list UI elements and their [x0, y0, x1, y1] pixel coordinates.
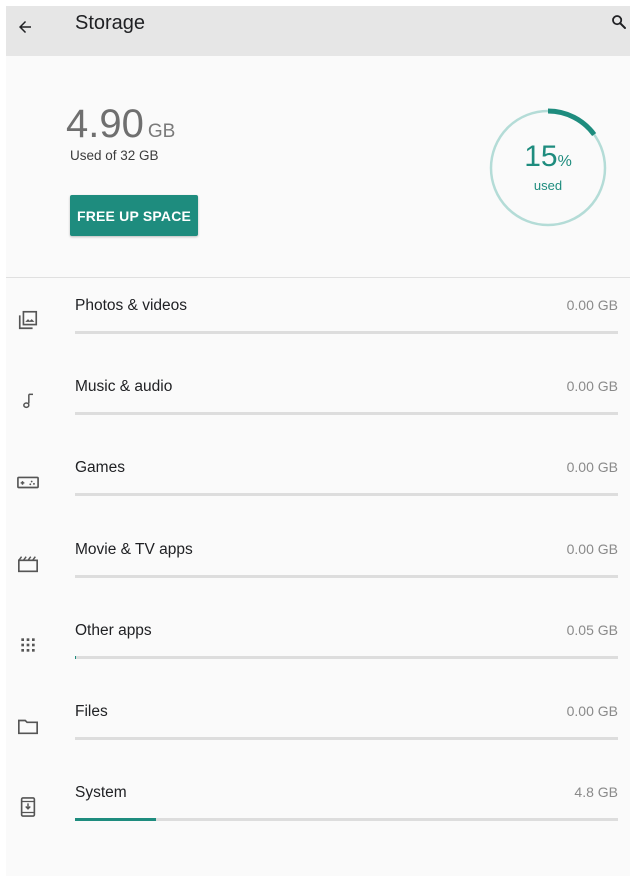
storage-category-row[interactable]: Files 0.00 GB	[6, 684, 630, 765]
category-usage-bar	[75, 737, 618, 740]
storage-summary: 4.90 GB Used of 32 GB FREE UP SPACE 15% u…	[6, 56, 630, 278]
page-title: Storage	[75, 12, 146, 34]
category-size: 0.00 GB	[566, 703, 618, 719]
category-label: Movie & TV apps	[75, 540, 193, 558]
category-label: Other apps	[75, 621, 152, 639]
music-note-icon	[14, 387, 42, 415]
category-usage-fill	[75, 655, 76, 659]
free-up-space-button[interactable]: FREE UP SPACE	[70, 195, 198, 236]
category-usage-bar	[75, 818, 618, 822]
gamepad-icon	[14, 468, 42, 496]
used-of-total: Used of 32 GB	[70, 148, 159, 163]
search-icon[interactable]	[608, 11, 630, 33]
storage-category-row[interactable]: Photos & videos 0.00 GB	[6, 278, 630, 359]
storage-category-row[interactable]: Other apps 0.05 GB	[6, 603, 630, 684]
storage-screen: Storage 4.90 GB Used of 32 GB FREE UP SPA…	[6, 6, 630, 876]
category-size: 4.8 GB	[574, 784, 618, 801]
storage-category-row[interactable]: System 4.8 GB	[6, 765, 630, 846]
used-unit: GB	[147, 121, 176, 142]
category-usage-bar	[75, 412, 618, 416]
system-update-icon	[14, 793, 42, 821]
donut-label: used	[533, 178, 563, 193]
category-label: Photos & videos	[75, 297, 188, 314]
category-label: Files	[75, 703, 108, 720]
usage-donut: 15% used	[486, 106, 610, 230]
category-usage-fill	[75, 818, 157, 822]
apps-grid-icon	[14, 631, 42, 659]
storage-category-row[interactable]: Games 0.00 GB	[6, 440, 630, 521]
movie-icon	[14, 550, 42, 578]
used-amount: 4.90 GB	[66, 102, 175, 154]
folder-icon	[14, 712, 42, 740]
donut-percent-value: 15	[524, 140, 558, 173]
category-size: 0.00 GB	[566, 540, 618, 557]
category-usage-bar	[75, 574, 618, 578]
category-size: 0.00 GB	[566, 459, 618, 476]
category-size: 0.05 GB	[566, 621, 618, 638]
donut-percent: 15%	[486, 140, 610, 179]
category-label: System	[75, 784, 127, 802]
category-size: 0.00 GB	[566, 378, 618, 395]
category-usage-bar	[75, 655, 618, 659]
category-usage-bar	[75, 493, 618, 497]
used-value: 4.90	[66, 102, 144, 146]
donut-percent-sign: %	[557, 153, 572, 170]
category-label: Music & audio	[75, 378, 173, 396]
category-usage-bar	[75, 331, 618, 334]
storage-category-row[interactable]: Music & audio 0.00 GB	[6, 359, 630, 440]
category-size: 0.00 GB	[566, 297, 618, 313]
arrow-back-icon[interactable]	[10, 12, 40, 42]
app-bar: Storage	[6, 6, 630, 56]
category-label: Games	[75, 459, 125, 477]
photo-library-icon	[14, 306, 42, 334]
storage-category-row[interactable]: Movie & TV apps 0.00 GB	[6, 522, 630, 603]
